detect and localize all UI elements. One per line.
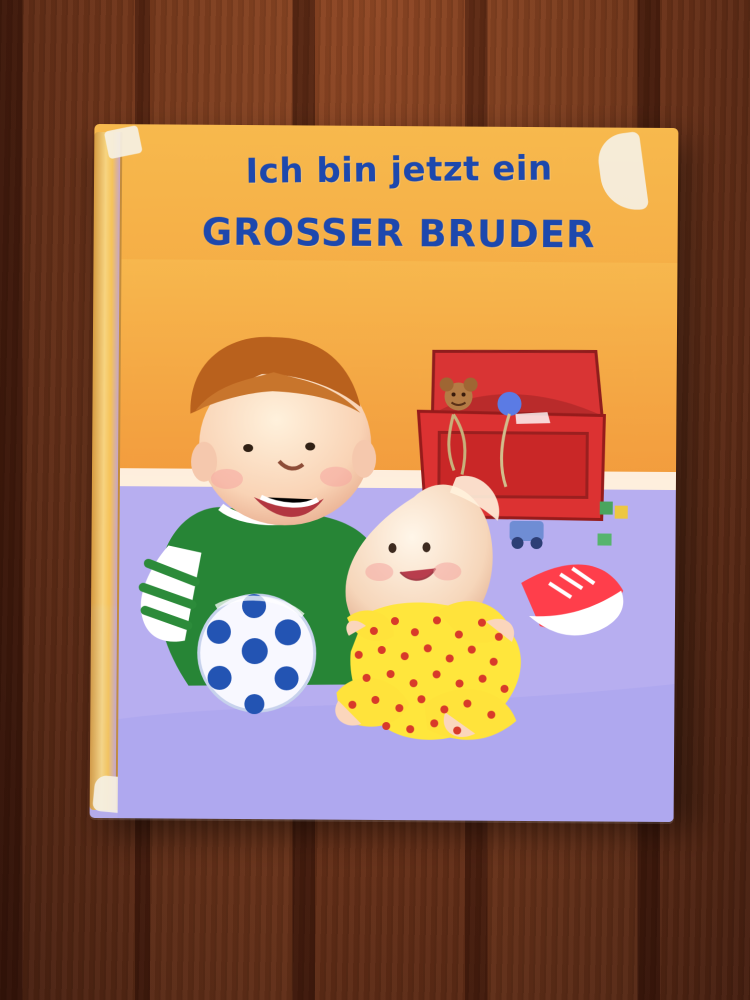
toy-block-icon [599, 501, 613, 515]
toy-block-icon [614, 505, 628, 519]
cover-illustration [117, 259, 678, 823]
childrens-book: Ich bin jetzt ein GROSSER BRUDER [89, 123, 679, 823]
photo-scene: Ich bin jetzt ein GROSSER BRUDER [0, 0, 750, 1000]
toy-block-icon [597, 533, 612, 546]
small-toy-ball-icon [497, 391, 522, 416]
book-cover: Ich bin jetzt ein GROSSER BRUDER [89, 123, 679, 823]
